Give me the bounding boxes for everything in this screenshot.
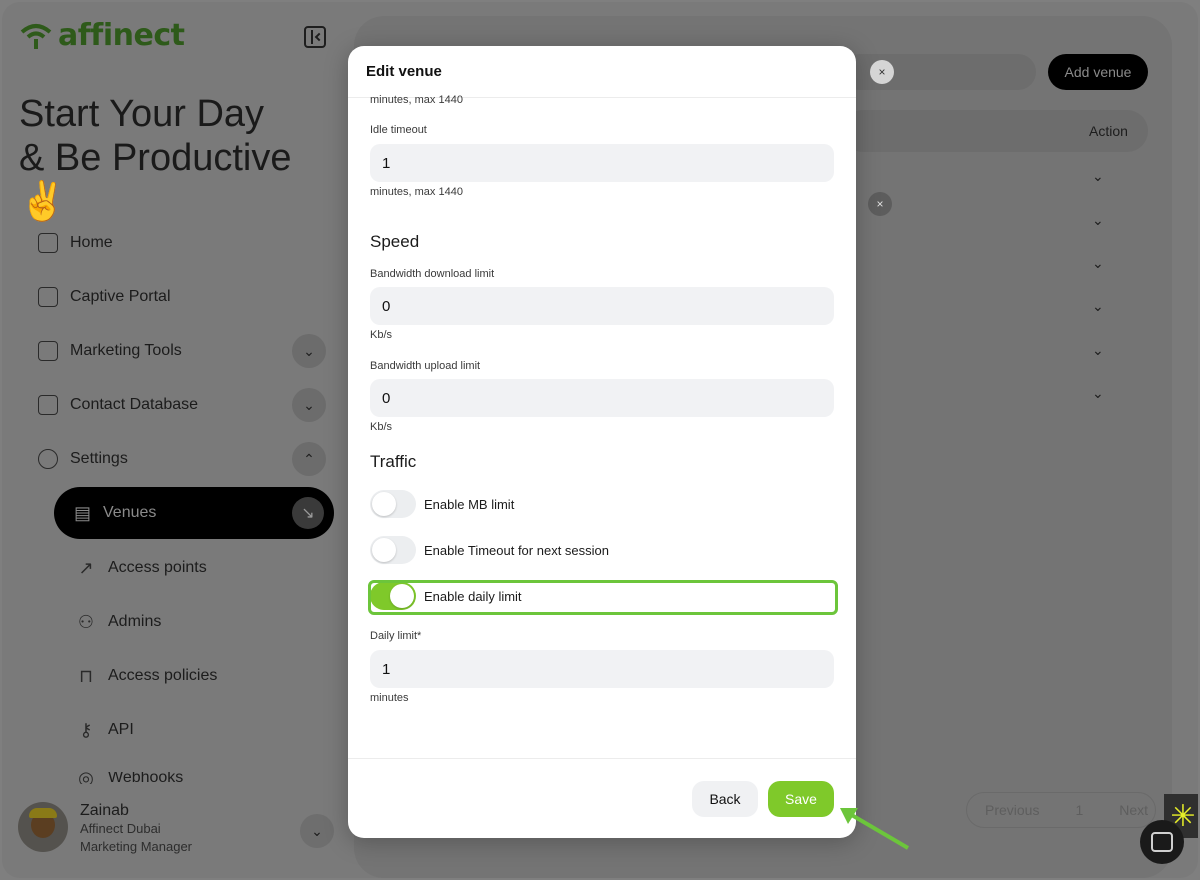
chevron-down-icon[interactable]: ⌄ bbox=[300, 814, 334, 848]
users-icon: ⚇ bbox=[77, 612, 95, 632]
sidebar-item-label: Webhooks bbox=[108, 772, 184, 784]
idle-timeout-input[interactable]: 1 bbox=[370, 144, 834, 182]
field-hint: Kb/s bbox=[370, 329, 393, 341]
sidebar-item-access-policies[interactable]: ⊓ Access policies bbox=[76, 666, 217, 686]
sidebar-item-label: Captive Portal bbox=[70, 288, 171, 305]
sidebar-item-access-points[interactable]: ↗ Access points bbox=[76, 558, 207, 578]
chevron-up-icon[interactable]: ⌃ bbox=[292, 442, 326, 476]
upload-limit-input[interactable]: 0 bbox=[370, 379, 834, 417]
chevron-down-icon[interactable]: ⌄ bbox=[292, 334, 326, 368]
chevron-down-icon[interactable]: ⌄ bbox=[1092, 298, 1108, 314]
avatar bbox=[18, 802, 68, 852]
sliders-icon bbox=[38, 341, 58, 361]
headline-line-2: & Be Productive ✌️ bbox=[19, 137, 292, 223]
section-heading-speed: Speed bbox=[370, 232, 420, 251]
field-label-upload: Bandwidth upload limit bbox=[370, 360, 481, 372]
chevron-down-icon[interactable]: ⌄ bbox=[1092, 385, 1108, 401]
sidebar-item-marketing-tools[interactable]: Marketing Tools bbox=[38, 338, 182, 364]
daily-limit-input[interactable]: 1 bbox=[370, 650, 834, 688]
profile-role: Marketing Manager bbox=[80, 839, 192, 854]
chevron-down-icon[interactable]: ⌄ bbox=[1092, 342, 1108, 358]
chevron-down-icon[interactable]: ⌄ bbox=[292, 388, 326, 422]
chevron-down-icon[interactable]: ⌄ bbox=[1092, 168, 1108, 184]
download-limit-input[interactable]: 0 bbox=[370, 287, 834, 325]
sidebar-item-captive-portal[interactable]: Captive Portal bbox=[38, 284, 171, 310]
gear-icon bbox=[38, 449, 58, 469]
headline-line-1: Start Your Day bbox=[19, 93, 265, 135]
sidebar-item-label: Settings bbox=[70, 450, 128, 467]
profile-company: Affinect Dubai bbox=[80, 821, 161, 836]
modal-footer: Back Save bbox=[348, 758, 856, 838]
toggle-row-timeout-next-session[interactable]: Enable Timeout for next session bbox=[370, 536, 609, 564]
pagination-next[interactable]: Next bbox=[1101, 802, 1166, 818]
sidebar-item-venues[interactable]: ▤ Venues ↘ bbox=[54, 487, 334, 539]
page-headline: Start Your Day & Be Productive ✌️ bbox=[19, 92, 347, 224]
field-label-download: Bandwidth download limit bbox=[370, 268, 495, 280]
field-label-idle-timeout: Idle timeout bbox=[370, 124, 427, 136]
store-icon: ▤ bbox=[74, 502, 92, 523]
add-venue-button[interactable]: Add venue bbox=[1048, 54, 1148, 90]
sidebar-item-api[interactable]: ⚷ API bbox=[76, 720, 134, 740]
brand-logo: affinect bbox=[20, 18, 185, 53]
sidebar-item-label: Access points bbox=[108, 559, 207, 576]
timeout-next-session-toggle[interactable] bbox=[370, 536, 416, 564]
save-button[interactable]: Save bbox=[768, 781, 834, 817]
home-icon bbox=[38, 233, 58, 253]
field-hint: Kb/s bbox=[370, 421, 393, 433]
field-hint: minutes, max 1440 bbox=[370, 94, 463, 106]
code-icon bbox=[38, 287, 58, 307]
toggle-label: Enable MB limit bbox=[424, 496, 515, 512]
modal-title: Edit venue bbox=[348, 46, 856, 98]
field-label-daily-limit: Daily limit* bbox=[370, 630, 422, 642]
field-hint: minutes, max 1440 bbox=[370, 186, 463, 198]
section-heading-traffic: Traffic bbox=[370, 452, 417, 471]
key-icon: ⚷ bbox=[79, 720, 93, 740]
sidebar-item-admins[interactable]: ⚇ Admins bbox=[76, 612, 161, 632]
sidebar-item-contact-database[interactable]: Contact Database bbox=[38, 392, 198, 418]
sidebar-item-home[interactable]: Home bbox=[38, 230, 113, 256]
edit-venue-modal: Edit venue minutes, max 1440 Idle timeou… bbox=[348, 46, 856, 838]
arrow-down-right-icon: ↘ bbox=[292, 497, 324, 529]
user-profile[interactable]: Zainab Affinect Dubai Marketing Manager bbox=[18, 802, 192, 856]
close-icon[interactable]: × bbox=[870, 60, 894, 84]
sidebar-item-label: Marketing Tools bbox=[70, 342, 182, 359]
collapse-sidebar-icon[interactable] bbox=[304, 26, 326, 48]
toggle-label: Enable Timeout for next session bbox=[424, 542, 609, 558]
back-button[interactable]: Back bbox=[692, 781, 758, 817]
sidebar-item-label: Venues bbox=[103, 504, 157, 521]
pagination: Previous 1 Next bbox=[966, 792, 1156, 828]
close-icon[interactable]: × bbox=[868, 192, 892, 216]
toggle-row-mb-limit[interactable]: Enable MB limit bbox=[370, 490, 514, 518]
sidebar-item-label: Contact Database bbox=[70, 396, 199, 413]
sidebar-item-settings[interactable]: Settings bbox=[38, 446, 128, 472]
chevron-down-icon[interactable]: ⌄ bbox=[1092, 212, 1108, 228]
pagination-previous[interactable]: Previous bbox=[967, 802, 1057, 818]
sidebar-item-label: Home bbox=[70, 234, 113, 251]
app-frame: affinect Start Your Day & Be Productive … bbox=[2, 2, 1198, 878]
sidebar: affinect Start Your Day & Be Productive … bbox=[2, 2, 347, 878]
sidebar-item-webhooks[interactable]: ◎ Webhooks bbox=[76, 772, 183, 784]
pointer-arrow-icon bbox=[840, 808, 910, 850]
sidebar-item-label: API bbox=[108, 721, 134, 738]
brand-name: affinect bbox=[58, 18, 185, 53]
sidebar-item-label: Admins bbox=[108, 613, 162, 630]
chevron-down-icon[interactable]: ⌄ bbox=[1092, 255, 1108, 271]
chat-icon[interactable] bbox=[1140, 820, 1184, 864]
box-icon bbox=[38, 395, 58, 415]
wifi-logo-icon bbox=[20, 23, 52, 49]
field-hint: minutes bbox=[370, 692, 409, 704]
webhook-icon: ◎ bbox=[78, 772, 94, 784]
arrow-up-right-icon: ↗ bbox=[78, 558, 94, 578]
sidebar-item-label: Access policies bbox=[108, 667, 218, 684]
lock-icon: ⊓ bbox=[78, 666, 94, 686]
profile-name: Zainab bbox=[80, 802, 129, 819]
pagination-page[interactable]: 1 bbox=[1057, 802, 1101, 818]
highlight-box bbox=[368, 580, 838, 615]
mb-limit-toggle[interactable] bbox=[370, 490, 416, 518]
column-header-action: Action bbox=[1089, 123, 1128, 139]
modal-body: minutes, max 1440 Idle timeout 1 minutes… bbox=[348, 94, 856, 758]
